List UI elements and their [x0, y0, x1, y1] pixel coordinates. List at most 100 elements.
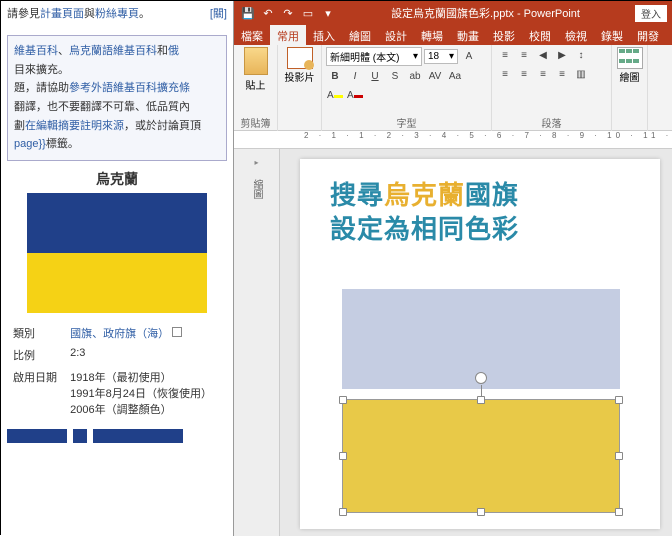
- new-slide-icon[interactable]: [287, 47, 313, 69]
- tab-record[interactable]: 錄製: [594, 25, 630, 45]
- link-category[interactable]: 國旗、政府旗（海）: [70, 328, 169, 340]
- resize-handle-n[interactable]: [477, 396, 485, 404]
- paste-icon[interactable]: [244, 47, 268, 75]
- case-button[interactable]: Aa: [446, 68, 464, 85]
- horizontal-ruler: 2 · 1 · 1 · 2 · 3 · 4 · 5 · 6 · 7 · 8 · …: [234, 131, 672, 149]
- align-left-button[interactable]: ≡: [496, 66, 514, 83]
- close-link[interactable]: [關]: [210, 5, 227, 21]
- color-stripe: [7, 429, 227, 443]
- shapes-gallery-icon[interactable]: [617, 47, 643, 69]
- workspace: ▸ 縮圖 搜尋烏克蘭國旗 設定為相同色彩: [234, 149, 672, 536]
- tab-file[interactable]: 檔案: [234, 25, 270, 45]
- link-ru[interactable]: 俄: [168, 45, 179, 57]
- tab-insert[interactable]: 插入: [306, 25, 342, 45]
- draw-label: 繪圖: [620, 69, 640, 84]
- font-size-dropdown[interactable]: 18▾: [424, 49, 458, 64]
- slides-label: 投影片: [285, 69, 315, 84]
- link-expand[interactable]: 參考外語維基百科擴充條: [69, 82, 190, 94]
- resize-handle-ne[interactable]: [615, 396, 623, 404]
- grow-font-icon[interactable]: A: [460, 48, 478, 65]
- wiki-topline: 請參見計畫頁面與粉絲專頁。: [7, 5, 227, 21]
- tab-help[interactable]: 說明: [666, 25, 672, 45]
- strike-button[interactable]: S: [386, 68, 404, 85]
- link-wikipedia[interactable]: 維基百科: [14, 45, 58, 57]
- file-name: 設定烏克蘭國旗色彩.pptx - PowerPoint: [342, 5, 629, 21]
- link-fan-page[interactable]: 粉絲專頁: [95, 8, 139, 20]
- paste-label: 貼上: [246, 77, 266, 92]
- clipboard-group: 貼上 剪貼簿: [234, 45, 278, 131]
- table-row: 比例2:3: [9, 345, 225, 365]
- slide-title: 搜尋烏克蘭國旗 設定為相同色彩: [330, 179, 640, 247]
- font-color-button[interactable]: A: [346, 87, 364, 104]
- group-label: 段落: [492, 115, 611, 130]
- save-icon[interactable]: 💾: [240, 5, 256, 21]
- underline-button[interactable]: U: [366, 68, 384, 85]
- italic-button[interactable]: I: [346, 68, 364, 85]
- tab-developer[interactable]: 開發: [630, 25, 666, 45]
- align-center-button[interactable]: ≡: [515, 66, 533, 83]
- rotate-handle[interactable]: [475, 372, 487, 384]
- flag-thumb-icon: [172, 327, 182, 337]
- link-page-tag[interactable]: page}}: [14, 138, 46, 150]
- columns-button[interactable]: ▥: [572, 66, 590, 83]
- wiki-notice-box: 維基百科、烏克蘭語維基百科和俄 目來擴充。 題，請協助參考外語維基百科擴充條 翻…: [7, 35, 227, 161]
- qat: 💾 ↶ ↷ ▭ ▾: [240, 5, 336, 21]
- resize-handle-sw[interactable]: [339, 508, 347, 516]
- tab-slideshow[interactable]: 投影: [486, 25, 522, 45]
- yellow-rectangle-selected[interactable]: [342, 399, 620, 513]
- bold-button[interactable]: B: [326, 68, 344, 85]
- numbering-button[interactable]: ≡: [515, 47, 533, 64]
- tab-view[interactable]: 檢視: [558, 25, 594, 45]
- tab-review[interactable]: 校閱: [522, 25, 558, 45]
- slide-canvas[interactable]: 搜尋烏克蘭國旗 設定為相同色彩: [280, 149, 672, 536]
- slides-group: 投影片: [278, 45, 322, 131]
- slide: 搜尋烏克蘭國旗 設定為相同色彩: [300, 159, 660, 529]
- thumb-label: 縮圖: [249, 179, 264, 199]
- tab-animation[interactable]: 動畫: [450, 25, 486, 45]
- tab-draw[interactable]: 繪圖: [342, 25, 378, 45]
- powerpoint-window: 💾 ↶ ↷ ▭ ▾ 設定烏克蘭國旗色彩.pptx - PowerPoint 登入…: [233, 1, 672, 536]
- tab-transition[interactable]: 轉場: [414, 25, 450, 45]
- table-row: 類別國旗、政府旗（海）: [9, 323, 225, 343]
- ribbon-tabs: 檔案 常用 插入 繪圖 設計 轉場 動畫 投影 校閱 檢視 錄製 開發 說明 M…: [234, 25, 672, 45]
- font-name-dropdown[interactable]: 新細明體 (本文)▾: [326, 47, 422, 66]
- qat-more-icon[interactable]: ▾: [320, 5, 336, 21]
- link-plan-page[interactable]: 計畫頁面: [40, 8, 84, 20]
- flag-blue: [27, 193, 207, 253]
- link-source[interactable]: 在編輯摘要註明來源: [25, 120, 124, 132]
- collapse-icon[interactable]: ▸: [249, 155, 265, 169]
- wiki-panel: 請參見計畫頁面與粉絲專頁。 [關] 維基百科、烏克蘭語維基百科和俄 目來擴充。 …: [1, 1, 233, 536]
- indent-dec-button[interactable]: ◀: [534, 47, 552, 64]
- spacing-button[interactable]: AV: [426, 68, 444, 85]
- drawing-group: 繪圖: [612, 45, 648, 131]
- resize-handle-e[interactable]: [615, 452, 623, 460]
- resize-handle-s[interactable]: [477, 508, 485, 516]
- line-spacing-button[interactable]: ↕: [572, 47, 590, 64]
- ribbon: 貼上 剪貼簿 投影片 新細明體 (本文)▾ 18▾ A B I U S ab A…: [234, 45, 672, 131]
- tab-home[interactable]: 常用: [270, 25, 306, 45]
- text: 請參見: [7, 8, 40, 20]
- start-icon[interactable]: ▭: [300, 5, 316, 21]
- tab-design[interactable]: 設計: [378, 25, 414, 45]
- group-label: 字型: [322, 115, 491, 130]
- align-right-button[interactable]: ≡: [534, 66, 552, 83]
- resize-handle-w[interactable]: [339, 452, 347, 460]
- resize-handle-se[interactable]: [615, 508, 623, 516]
- title-bar: 💾 ↶ ↷ ▭ ▾ 設定烏克蘭國旗色彩.pptx - PowerPoint 登入: [234, 1, 672, 25]
- bullets-button[interactable]: ≡: [496, 47, 514, 64]
- shadow-button[interactable]: ab: [406, 68, 424, 85]
- text: 。: [139, 8, 150, 20]
- link-uk-wikipedia[interactable]: 烏克蘭語維基百科: [69, 45, 157, 57]
- indent-inc-button[interactable]: ▶: [553, 47, 571, 64]
- flag-yellow: [27, 253, 207, 313]
- table-row: 啟用日期1918年（最初使用）1991年8月24日（恢復使用）2006年（調整顏…: [9, 367, 225, 419]
- undo-icon[interactable]: ↶: [260, 5, 276, 21]
- redo-icon[interactable]: ↷: [280, 5, 296, 21]
- justify-button[interactable]: ≡: [553, 66, 571, 83]
- group-label: 剪貼簿: [234, 115, 277, 130]
- login-button[interactable]: 登入: [635, 5, 667, 22]
- font-group: 新細明體 (本文)▾ 18▾ A B I U S ab AV Aa A A 字型: [322, 45, 492, 131]
- resize-handle-nw[interactable]: [339, 396, 347, 404]
- paragraph-group: ≡ ≡ ◀ ▶ ↕ ≡ ≡ ≡ ≡ ▥ 段落: [492, 45, 612, 131]
- highlight-button[interactable]: A: [326, 87, 344, 104]
